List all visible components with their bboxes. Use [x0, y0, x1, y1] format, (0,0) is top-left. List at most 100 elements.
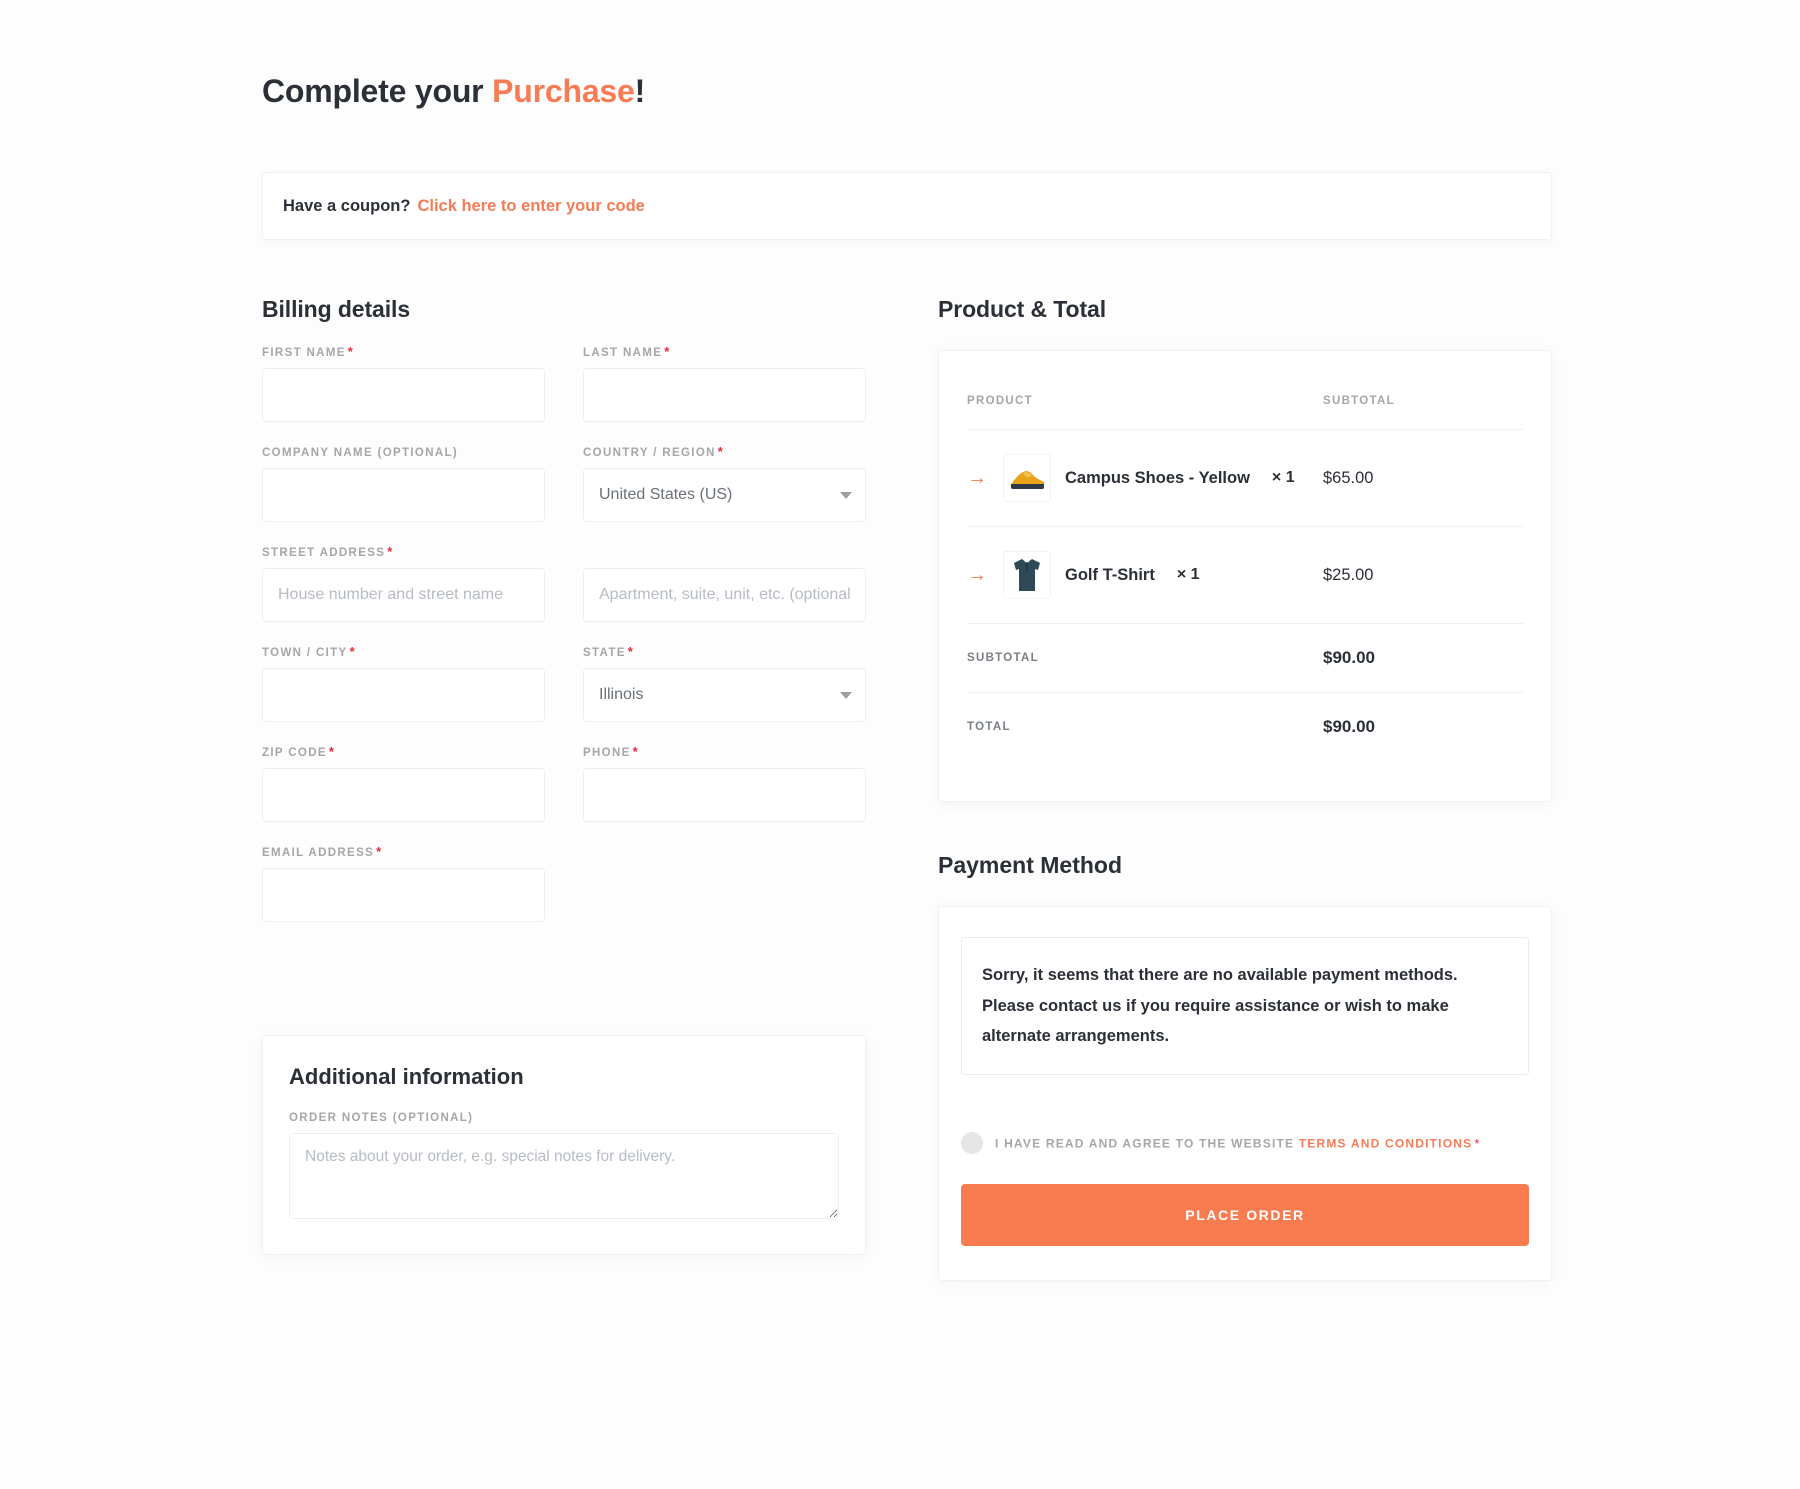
- state-select-wrapper: Illinois: [583, 668, 866, 722]
- required-marker: *: [376, 844, 383, 859]
- table-row: → Campus Shoes - Yellow × 1 $65.00: [967, 429, 1523, 527]
- apartment-field: [583, 547, 866, 622]
- product-quantity: × 1: [1176, 566, 1200, 583]
- required-marker: *: [347, 344, 355, 359]
- state-label-text: STATE: [583, 647, 626, 659]
- zip-input[interactable]: [262, 768, 545, 822]
- product-quantity: × 1: [1271, 469, 1295, 486]
- apartment-label: [583, 547, 866, 559]
- street-row: STREET ADDRESS *: [262, 544, 882, 644]
- billing-column: Billing details FIRST NAME * LAST NAME * C…: [262, 296, 882, 947]
- shoe-icon: [1011, 471, 1044, 489]
- street-address-input[interactable]: [262, 568, 545, 622]
- first-name-field: FIRST NAME *: [262, 344, 545, 422]
- email-label: EMAIL ADDRESS *: [262, 844, 545, 859]
- email-input[interactable]: [262, 868, 545, 922]
- column-header-product: PRODUCT: [967, 395, 1323, 430]
- company-label: COMPANY NAME (OPTIONAL): [262, 447, 459, 459]
- subtotal-label: SUBTOTAL: [967, 623, 1323, 693]
- coupon-prompt: Have a coupon?: [283, 196, 411, 215]
- subtotal-value: $90.00: [1323, 623, 1523, 693]
- tshirt-icon: [1014, 558, 1040, 591]
- order-summary-card: PRODUCT SUBTOTAL → Campus Shoes - Yellow…: [938, 350, 1552, 802]
- country-select[interactable]: United States (US): [583, 468, 866, 522]
- required-marker: *: [387, 544, 394, 559]
- payment-method-card: Sorry, it seems that there are no availa…: [938, 906, 1552, 1282]
- zip-phone-row: ZIP CODE * PHONE *: [262, 744, 882, 844]
- zip-field: ZIP CODE *: [262, 744, 545, 822]
- name-row: FIRST NAME * LAST NAME *: [262, 344, 882, 444]
- billing-heading: Billing details: [262, 296, 411, 322]
- phone-label-text: PHONE: [583, 747, 631, 759]
- terms-checkbox[interactable]: [961, 1132, 983, 1155]
- phone-input[interactable]: [583, 768, 866, 822]
- last-name-label-text: LAST NAME: [583, 347, 663, 359]
- coupon-link[interactable]: Click here to enter your code: [417, 197, 644, 216]
- country-field: COUNTRY / REGION * United States (US): [583, 444, 866, 522]
- product-info: → Campus Shoes - Yellow × 1: [967, 454, 1323, 502]
- phone-field: PHONE *: [583, 744, 866, 822]
- city-label-text: TOWN / CITY: [262, 647, 348, 659]
- company-input[interactable]: [262, 468, 545, 522]
- city-label: TOWN / CITY *: [262, 644, 545, 659]
- apartment-input[interactable]: [583, 568, 866, 622]
- page-title-lead: Complete your: [262, 73, 493, 110]
- product-info: → Golf T-Shirt × 1: [967, 551, 1323, 599]
- email-field: EMAIL ADDRESS *: [262, 844, 545, 922]
- required-marker: *: [717, 444, 725, 459]
- product-price: $65.00: [1323, 429, 1523, 527]
- page-title-accent: Purchase: [492, 73, 635, 110]
- state-select[interactable]: Illinois: [583, 668, 866, 722]
- state-label: STATE *: [583, 645, 866, 659]
- coupon-bar: Have a coupon? Click here to enter your …: [262, 172, 1552, 240]
- page-title-trail: !: [634, 73, 646, 110]
- zip-label-text: ZIP CODE: [262, 747, 327, 759]
- phone-label: PHONE *: [583, 744, 866, 759]
- street-address-label: STREET ADDRESS *: [262, 544, 545, 559]
- last-name-field: LAST NAME *: [583, 344, 866, 422]
- last-name-label: LAST NAME *: [583, 344, 866, 359]
- product-cell: → Golf T-Shirt × 1: [967, 526, 1323, 624]
- product-price: $25.00: [1323, 526, 1523, 624]
- terms-text: I HAVE READ AND AGREE TO THE WEBSITE: [995, 1136, 1299, 1151]
- email-row: EMAIL ADDRESS *: [262, 844, 882, 944]
- company-field: COMPANY NAME (OPTIONAL): [262, 447, 545, 522]
- subtotal-row: SUBTOTAL $90.00: [967, 623, 1523, 693]
- product-thumbnail-shoe-icon: [1003, 454, 1051, 502]
- total-row: TOTAL $90.00: [967, 693, 1523, 762]
- order-table-body: → Campus Shoes - Yellow × 1 $65.00 → Gol…: [967, 429, 1523, 762]
- zip-label: ZIP CODE *: [262, 744, 545, 759]
- payment-heading: Payment Method: [938, 852, 1123, 878]
- additional-information-heading: Additional information: [289, 1064, 524, 1089]
- required-marker: *: [328, 744, 336, 759]
- first-name-input[interactable]: [262, 368, 545, 422]
- street-address-field: STREET ADDRESS *: [262, 544, 545, 622]
- place-order-button[interactable]: PLACE ORDER: [961, 1184, 1529, 1247]
- company-country-row: COMPANY NAME (OPTIONAL) COUNTRY / REGION…: [262, 444, 882, 544]
- order-notes-textarea[interactable]: [289, 1133, 839, 1219]
- order-column: Product & Total PRODUCT SUBTOTAL → Campu…: [938, 296, 1552, 1282]
- product-thumbnail-tshirt-icon: [1003, 551, 1051, 599]
- checkout-page: Complete your Purchase! Have a coupon? C…: [0, 0, 1800, 1489]
- country-select-wrapper: United States (US): [583, 468, 866, 522]
- city-input[interactable]: [262, 668, 545, 722]
- required-marker: *: [632, 744, 640, 759]
- arrow-right-icon: →: [967, 564, 987, 586]
- product-name: Campus Shoes - Yellow: [1065, 468, 1250, 487]
- total-label: TOTAL: [967, 721, 1011, 733]
- order-heading: Product & Total: [938, 296, 1107, 322]
- order-notes-label: ORDER NOTES (OPTIONAL): [289, 1112, 474, 1124]
- state-field: STATE * Illinois: [583, 645, 866, 722]
- required-marker: *: [664, 344, 671, 359]
- total-value: $90.00: [1323, 717, 1375, 736]
- last-name-input[interactable]: [583, 368, 866, 422]
- order-table-head: PRODUCT SUBTOTAL: [967, 395, 1523, 430]
- order-table: PRODUCT SUBTOTAL → Campus Shoes - Yellow…: [967, 395, 1523, 761]
- country-label: COUNTRY / REGION *: [583, 444, 866, 459]
- city-field: TOWN / CITY *: [262, 644, 545, 722]
- order-table-header-row: PRODUCT SUBTOTAL: [967, 395, 1523, 430]
- required-marker: *: [349, 644, 356, 659]
- terms-and-conditions-link[interactable]: TERMS AND CONDITIONS: [1299, 1136, 1473, 1150]
- additional-information-card: Additional information ORDER NOTES (OPTI…: [262, 1035, 866, 1255]
- terms-agreement-row: I HAVE READ AND AGREE TO THE WEBSITE TER…: [961, 1129, 1529, 1159]
